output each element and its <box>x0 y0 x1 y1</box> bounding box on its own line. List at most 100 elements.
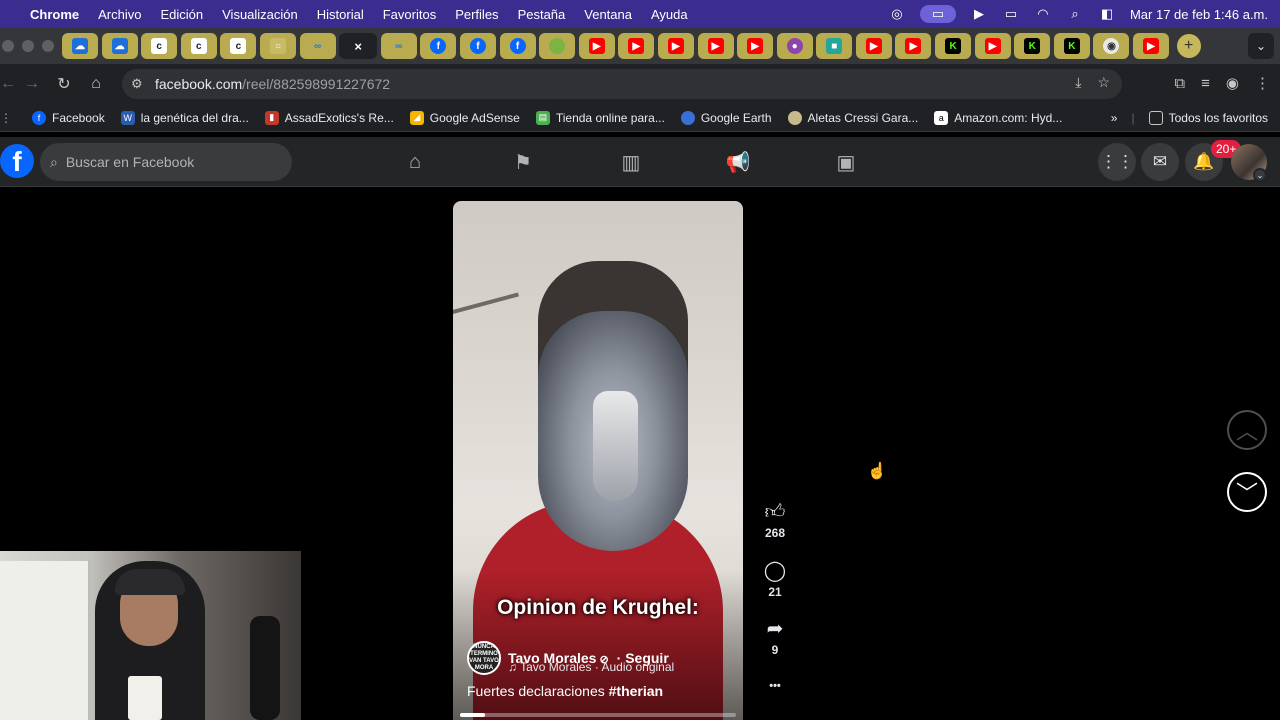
back-arrow-icon[interactable]: ← <box>0 75 16 93</box>
tab-youtube-5[interactable]: ▶ <box>737 33 774 59</box>
tab-meta[interactable]: ∞ <box>299 33 336 59</box>
menu-archivo[interactable]: Archivo <box>98 7 141 22</box>
menu-grid-icon[interactable]: ⋮⋮ <box>1098 143 1136 181</box>
next-reel-button[interactable]: ﹀ <box>1227 472 1267 512</box>
extensions-icon[interactable]: ⧉ <box>1174 75 1185 92</box>
tab-facebook-3[interactable]: f <box>499 33 536 59</box>
tab-youtube-4[interactable]: ▶ <box>697 33 734 59</box>
tab-facebook-2[interactable]: f <box>459 33 496 59</box>
reels-icon[interactable]: ▣ <box>833 149 859 175</box>
menu-visualizacion[interactable]: Visualización <box>222 7 298 22</box>
bookmark-assadexotics[interactable]: ▮ AssadExotics's Re... <box>264 110 394 125</box>
video-progress-bar[interactable] <box>460 713 736 717</box>
wifi-icon[interactable]: ◠ <box>1034 6 1052 21</box>
bookmark-tienda[interactable]: ▤ Tienda online para... <box>535 110 665 125</box>
bookmark-facebook[interactable]: f Facebook <box>32 110 105 125</box>
install-app-icon[interactable]: ⤓ <box>1075 74 1081 91</box>
share-button[interactable]: ➦ 9 <box>760 618 790 657</box>
tab-meta-2[interactable]: ∞ <box>380 33 417 59</box>
site-settings-icon[interactable]: ⚙ <box>131 76 151 92</box>
webcam-mug <box>128 676 162 720</box>
chrome-menu-icon[interactable]: ⋮ <box>1255 74 1270 92</box>
more-bookmarks-icon[interactable]: » <box>1111 111 1118 125</box>
control-center-icon[interactable]: ◧ <box>1098 6 1116 21</box>
dashboard-icon[interactable]: ▥ <box>618 149 644 175</box>
pages-flag-icon[interactable]: ⚑ <box>510 149 536 175</box>
tab-chrome[interactable]: ◉ <box>1093 33 1130 59</box>
bookmark-amazon[interactable]: a Amazon.com: Hyd... <box>934 110 1062 125</box>
zoom-window-button[interactable] <box>42 40 54 52</box>
tab-onedrive-2[interactable]: ☁ <box>101 33 138 59</box>
tab-green[interactable] <box>539 33 576 59</box>
address-bar[interactable]: ⚙ facebook.com/reel/882598991227672 ⤓ ☆ <box>122 69 1122 99</box>
facebook-logo[interactable]: f <box>0 144 34 178</box>
tab-youtube-9[interactable]: ▶ <box>1133 33 1170 59</box>
like-button[interactable]: 👍︎ 268 <box>760 501 790 540</box>
menubar-app-name[interactable]: Chrome <box>30 7 79 22</box>
menu-historial[interactable]: Historial <box>317 7 364 22</box>
tab-youtube-7[interactable]: ▶ <box>895 33 932 59</box>
bookmark-star-icon[interactable]: ☆ <box>1097 74 1110 91</box>
macos-menubar: Chrome Archivo Edición Visualización His… <box>0 0 1280 28</box>
menu-ventana[interactable]: Ventana <box>584 7 632 22</box>
tab-youtube-8[interactable]: ▶ <box>974 33 1011 59</box>
facebook-icon: f <box>32 110 46 125</box>
tab-teal[interactable]: ■ <box>816 33 853 59</box>
apps-grid-icon[interactable]: ⋮ <box>0 111 12 125</box>
forward-arrow-icon[interactable]: → <box>16 75 48 93</box>
tab-onedrive[interactable]: ☁ <box>62 33 98 59</box>
tab-youtube-3[interactable]: ▶ <box>657 33 694 59</box>
menu-ayuda[interactable]: Ayuda <box>651 7 688 22</box>
status-app-icon[interactable]: ◎ <box>888 6 906 21</box>
tab-kick-3[interactable]: K <box>1053 33 1090 59</box>
minimize-window-button[interactable] <box>22 40 34 52</box>
menubar-clock[interactable]: Mar 17 de feb 1:46 a.m. <box>1130 7 1268 22</box>
bookmark-aletas[interactable]: Aletas Cressi Gara... <box>787 110 918 125</box>
tab-c-site-3[interactable]: c <box>220 33 257 59</box>
close-window-button[interactable] <box>2 40 14 52</box>
tab-search-chevron-icon[interactable]: ⌄ <box>1248 33 1274 59</box>
hashtag-link[interactable]: #therian <box>609 683 663 699</box>
tab-youtube-6[interactable]: ▶ <box>855 33 892 59</box>
messenger-icon[interactable]: ✉ <box>1141 143 1179 181</box>
url-text[interactable]: facebook.com/reel/882598991227672 <box>155 76 390 92</box>
home-nav-icon[interactable]: ⌂ <box>402 149 428 175</box>
profile-icon[interactable]: ◉ <box>1226 74 1239 92</box>
more-options-button[interactable]: ••• <box>760 680 790 692</box>
tab-blank[interactable]: ○ <box>259 33 296 59</box>
menu-favoritos[interactable]: Favoritos <box>383 7 436 22</box>
tab-kick[interactable]: K <box>935 33 972 59</box>
screen-mirroring-icon[interactable]: ▭ <box>919 5 956 23</box>
close-tab-icon[interactable]: × <box>354 39 362 54</box>
chevron-down-icon[interactable]: ⌄ <box>1253 168 1267 182</box>
menu-pestana[interactable]: Pestaña <box>518 7 566 22</box>
reload-icon[interactable]: ↻ <box>48 74 80 94</box>
play-icon[interactable]: ▶ <box>970 6 988 21</box>
tab-notif[interactable]: ● <box>776 33 813 59</box>
ads-megaphone-icon[interactable]: 📢 <box>725 149 751 175</box>
spotlight-search-icon[interactable]: ⌕ <box>1066 6 1084 21</box>
tab-active[interactable]: × <box>339 33 378 59</box>
comment-button[interactable]: ◯ 21 <box>760 560 790 599</box>
reading-list-icon[interactable]: ≡ <box>1201 75 1210 92</box>
tab-c-site-2[interactable]: c <box>180 33 217 59</box>
previous-reel-button[interactable]: ︿ <box>1227 410 1267 450</box>
tab-kick-2[interactable]: K <box>1014 33 1051 59</box>
tab-youtube[interactable]: ▶ <box>578 33 615 59</box>
bookmark-genetica[interactable]: Wla genética del dra... <box>120 110 249 125</box>
menu-perfiles[interactable]: Perfiles <box>455 7 498 22</box>
home-icon[interactable]: ⌂ <box>80 75 112 93</box>
all-favorites-folder[interactable]: Todos los favoritos <box>1148 111 1268 125</box>
bookmark-adsense[interactable]: ◢ Google AdSense <box>409 110 520 125</box>
tab-facebook[interactable]: f <box>420 33 457 59</box>
reel-video[interactable]: Opinion de Krughel: NUNCA TERMINO VAN TA… <box>453 201 743 720</box>
battery-icon[interactable]: ▭ <box>1002 6 1020 21</box>
bookmark-google-earth[interactable]: Google Earth <box>680 110 772 125</box>
reel-audio[interactable]: ♫ Tavo Morales · Audio original <box>508 660 674 674</box>
tab-youtube-2[interactable]: ▶ <box>618 33 655 59</box>
author-avatar[interactable]: NUNCA TERMINO VAN TAVO MORA <box>467 641 501 675</box>
tab-c-site[interactable]: c <box>141 33 178 59</box>
new-tab-button[interactable]: + <box>1176 34 1201 58</box>
menu-edicion[interactable]: Edición <box>160 7 203 22</box>
facebook-search-input[interactable]: ⌕ Buscar en Facebook <box>40 143 292 181</box>
